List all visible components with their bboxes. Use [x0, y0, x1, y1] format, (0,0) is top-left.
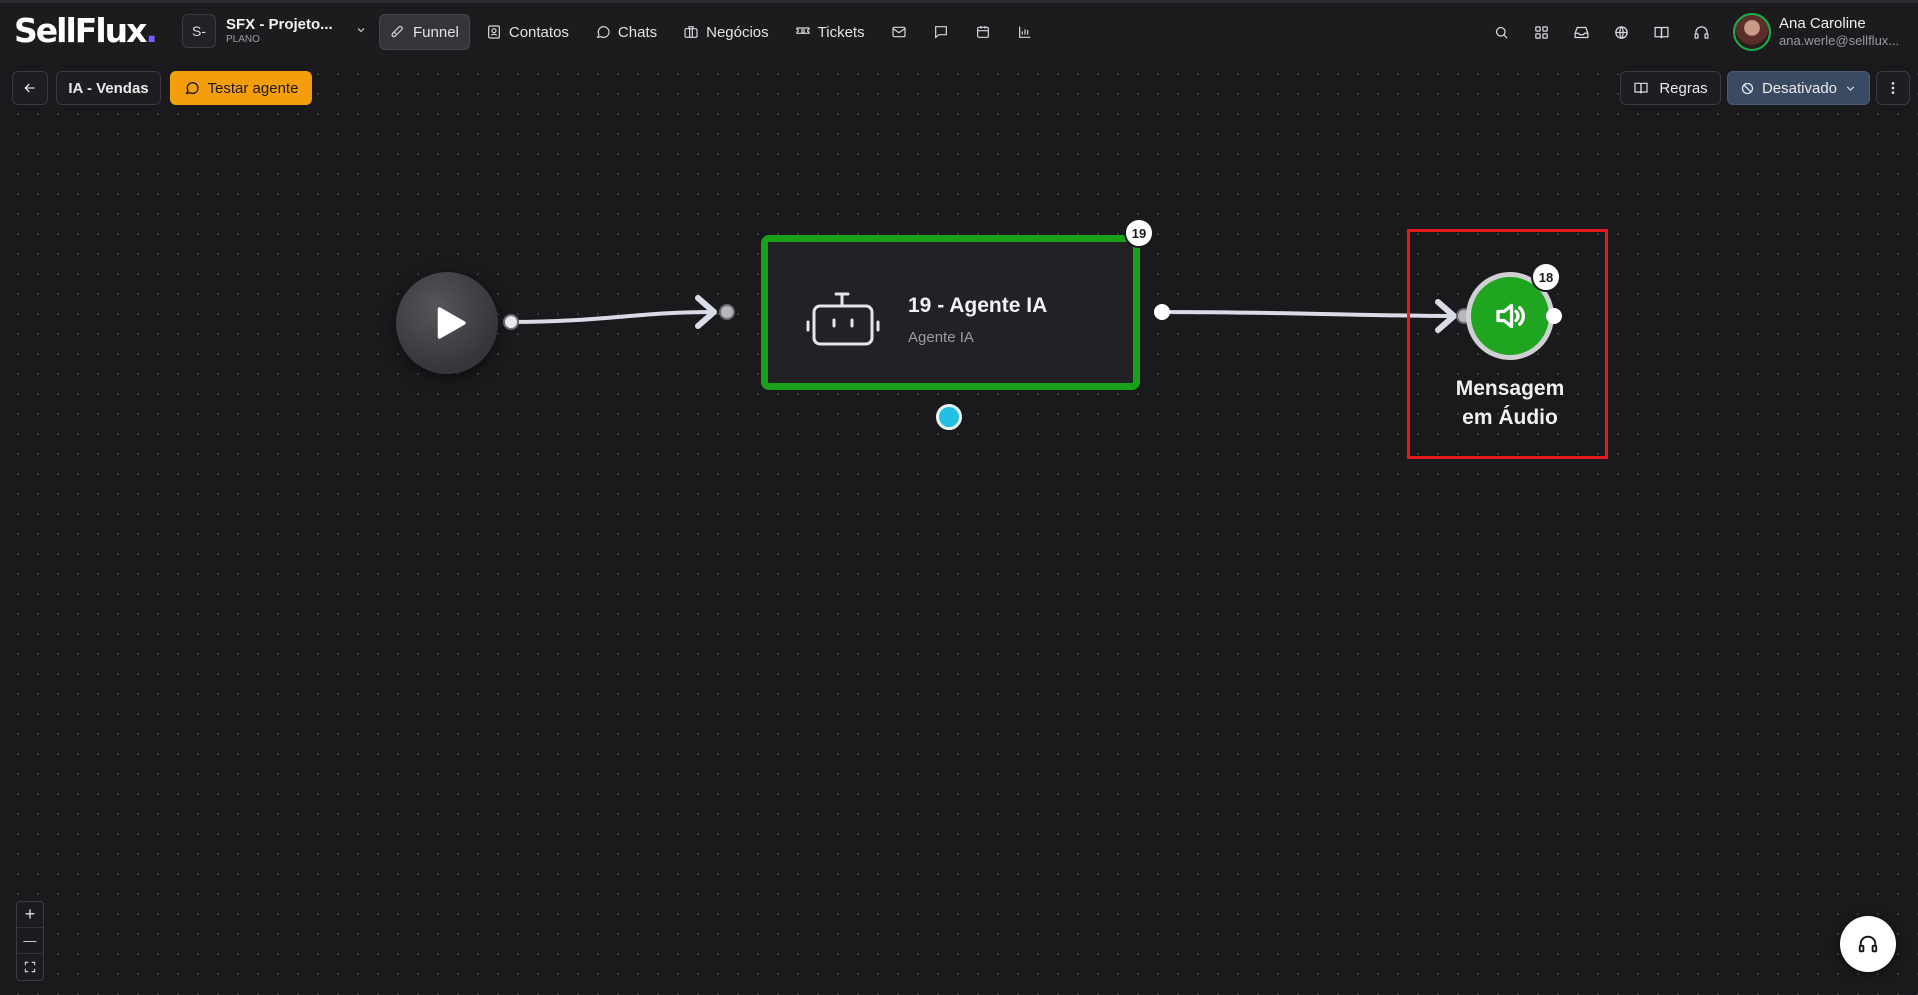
- workspace-selector[interactable]: S- SFX - Projeto... PLANO: [182, 14, 367, 48]
- header-utilities: [1483, 14, 1719, 50]
- sellflux-logo[interactable]: SellFlux.: [14, 11, 158, 50]
- nav-negocios-label: Negócios: [706, 23, 769, 41]
- top-navigation-bar: SellFlux. S- SFX - Projeto... PLANO Funn…: [0, 0, 1918, 58]
- play-icon: [437, 307, 466, 339]
- nav-funnel[interactable]: Funnel: [379, 14, 470, 50]
- workspace-badge: S-: [182, 14, 216, 48]
- nav-contatos-label: Contatos: [508, 23, 569, 41]
- main-nav: Funnel Contatos Chats Negócios Tickets: [379, 14, 1043, 50]
- nav-chats-label: Chats: [617, 23, 658, 41]
- fullscreen-icon: [24, 961, 36, 973]
- chat-bubble-icon: [185, 82, 199, 95]
- zoom-out-button[interactable]: —: [17, 928, 43, 954]
- audio-node-label: Mensagem em Áudio: [1420, 374, 1600, 433]
- nav-chats[interactable]: Chats: [585, 14, 667, 50]
- rules-label: Regras: [1659, 79, 1708, 97]
- speaker-icon: [1496, 303, 1525, 329]
- agent-node-subtitle: Agente IA: [908, 329, 974, 346]
- audio-label-line2: em Áudio: [1462, 406, 1558, 430]
- status-dropdown[interactable]: Desativado: [1727, 71, 1870, 105]
- back-button[interactable]: [12, 71, 48, 105]
- robot-icon: [804, 284, 884, 354]
- chat-bubble-icon: [595, 24, 611, 40]
- nav-tickets-label: Tickets: [817, 23, 865, 41]
- zoom-in-button[interactable]: +: [17, 902, 43, 928]
- user-menu[interactable]: Ana Caroline ana.werle@sellflux...: [1733, 13, 1899, 51]
- audio-output-handle[interactable]: [1546, 308, 1562, 324]
- audio-count-badge: 18: [1531, 262, 1561, 292]
- start-output-handle[interactable]: [503, 314, 519, 330]
- inbox-icon[interactable]: [1563, 14, 1599, 50]
- apps-grid-icon[interactable]: [1523, 14, 1559, 50]
- rules-button[interactable]: Regras: [1620, 71, 1721, 105]
- test-agent-label: Testar agente: [207, 79, 299, 97]
- flow-name-button[interactable]: IA - Vendas: [56, 71, 161, 105]
- calendar-icon[interactable]: [965, 14, 1001, 50]
- briefcase-icon: [683, 24, 699, 40]
- search-icon[interactable]: [1483, 14, 1519, 50]
- flow-canvas[interactable]: [0, 58, 1918, 995]
- nav-negocios[interactable]: Negócios: [673, 14, 779, 50]
- globe-icon[interactable]: [1603, 14, 1639, 50]
- nav-contatos[interactable]: Contatos: [476, 14, 579, 50]
- chevron-down-icon: [1846, 85, 1855, 91]
- fit-view-button[interactable]: [17, 954, 43, 980]
- zoom-controls: + —: [16, 901, 44, 981]
- headset-icon[interactable]: [1683, 14, 1719, 50]
- support-chat-button[interactable]: [1840, 916, 1896, 972]
- ticket-icon: [795, 24, 811, 40]
- user-name: Ana Caroline: [1779, 15, 1866, 33]
- agent-node-title: 19 - Agente IA: [908, 294, 1048, 317]
- agent-bottom-handle[interactable]: [936, 404, 962, 430]
- agent-ia-node[interactable]: 19 - Agente IA Agente IA: [761, 235, 1140, 390]
- more-options-button[interactable]: [1876, 71, 1910, 105]
- avatar: [1733, 13, 1771, 51]
- workspace-plan: PLANO: [226, 33, 260, 45]
- workspace-name: SFX - Projeto...: [226, 16, 333, 34]
- agent-count-badge: 19: [1124, 218, 1154, 248]
- rocket-icon: [390, 24, 406, 40]
- nav-funnel-label: Funnel: [413, 23, 459, 41]
- chevron-down-icon: [355, 24, 367, 39]
- message-square-icon[interactable]: [923, 14, 959, 50]
- arrow-left-icon: [24, 83, 35, 93]
- book-icon[interactable]: [1643, 14, 1679, 50]
- bar-chart-icon[interactable]: [1007, 14, 1043, 50]
- user-email: ana.werle@sellflux...: [1779, 33, 1900, 49]
- more-vertical-icon: [1891, 82, 1895, 94]
- headset-icon: [1858, 935, 1878, 953]
- contacts-icon: [486, 24, 502, 40]
- status-label: Desativado: [1761, 79, 1838, 97]
- agent-input-handle[interactable]: [719, 304, 735, 320]
- audio-label-line1: Mensagem: [1455, 377, 1565, 400]
- mail-icon[interactable]: [881, 14, 917, 50]
- agent-output-handle[interactable]: [1154, 304, 1170, 320]
- test-agent-button[interactable]: Testar agente: [170, 71, 312, 105]
- book-open-icon: [1634, 82, 1648, 94]
- start-node[interactable]: [396, 272, 498, 374]
- ban-icon: [1741, 82, 1754, 94]
- nav-tickets[interactable]: Tickets: [785, 14, 875, 50]
